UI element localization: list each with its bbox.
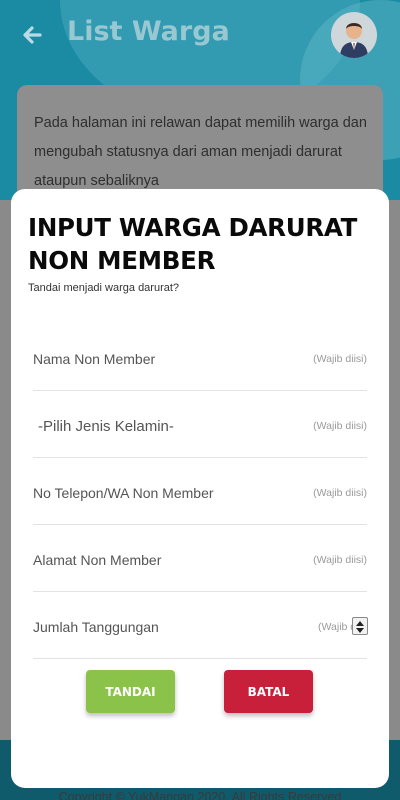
info-text: Pada halaman ini relawan dapat memilih w… <box>34 115 367 189</box>
dependents-field-label: Jumlah Tanggungan <box>33 619 159 635</box>
gender-select[interactable]: -Pilih Jenis Kelamin- (Wajib diisi) <box>33 391 367 458</box>
required-hint: (Wajib diisi) <box>313 487 367 499</box>
phone-field-label: No Telepon/WA Non Member <box>33 485 214 501</box>
copyright-text: Copyright © YukMangan 2020. All Rights R… <box>58 790 342 800</box>
avatar[interactable] <box>331 12 377 58</box>
name-field-label: Nama Non Member <box>33 351 156 367</box>
required-hint: (Wajib diisi) <box>313 554 367 566</box>
address-field-label: Alamat Non Member <box>33 552 162 568</box>
chevron-up-icon[interactable] <box>356 621 364 626</box>
chevron-down-icon[interactable] <box>356 628 364 633</box>
required-hint: (Wajib diisi) <box>313 353 367 365</box>
modal-subtitle: Tandai menjadi warga darurat? <box>28 282 180 294</box>
back-button[interactable] <box>18 20 48 50</box>
name-field[interactable]: Nama Non Member (Wajib diisi) <box>33 324 367 391</box>
modal-title: INPUT WARGA DARURAT NON MEMBER <box>28 213 358 275</box>
arrow-left-icon <box>23 26 42 44</box>
tandai-button[interactable]: TANDAI <box>86 670 175 713</box>
user-avatar-icon <box>340 23 368 58</box>
address-field[interactable]: Alamat Non Member (Wajib diisi) <box>33 525 367 592</box>
batal-button[interactable]: BATAL <box>224 670 313 713</box>
required-hint: (Wajib diisi) <box>313 420 367 432</box>
number-stepper[interactable] <box>352 617 368 635</box>
page-title: List Warga <box>67 16 230 47</box>
dependents-field[interactable]: Jumlah Tanggungan (Wajib diisi) <box>33 592 368 659</box>
input-modal: INPUT WARGA DARURAT NON MEMBER Tandai me… <box>11 189 389 788</box>
gender-select-label: -Pilih Jenis Kelamin- <box>38 418 174 435</box>
phone-field[interactable]: No Telepon/WA Non Member (Wajib diisi) <box>33 458 367 525</box>
